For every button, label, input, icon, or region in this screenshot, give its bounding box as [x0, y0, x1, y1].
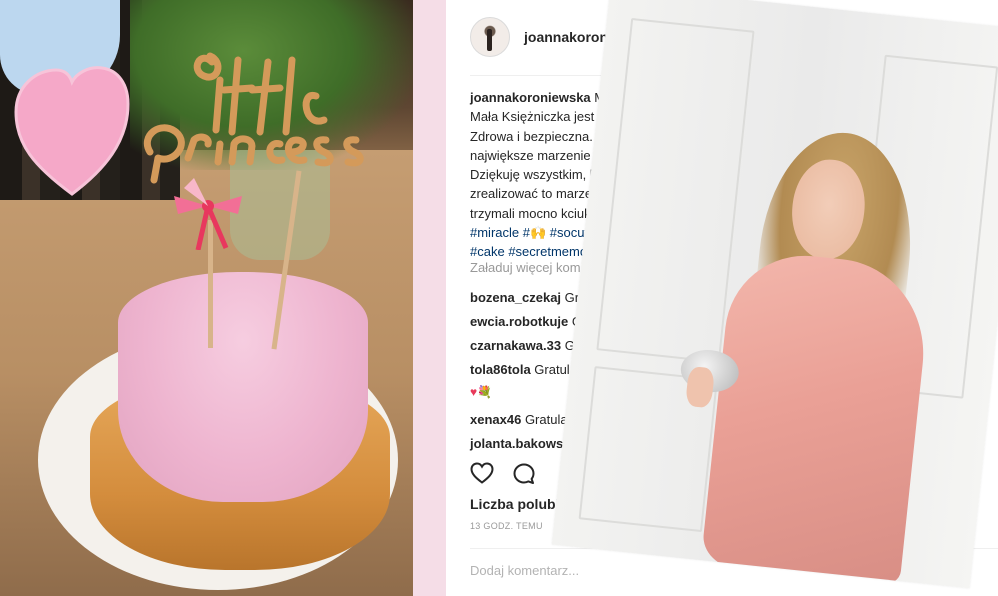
post-timestamp: 13 GODZ. TEMU	[470, 521, 543, 531]
cake-top-tier	[118, 272, 368, 502]
pink-dress	[700, 247, 933, 588]
comment-username[interactable]: xenax46	[470, 412, 521, 427]
woman-photo	[551, 0, 998, 589]
comment-username[interactable]: ewcia.robotkuje	[470, 314, 568, 329]
comment-username[interactable]: tola86tola	[470, 362, 531, 377]
comment-username[interactable]: czarnakawa.33	[470, 338, 561, 353]
pink-heart-sticker	[14, 66, 130, 196]
heart-icon[interactable]	[470, 462, 494, 484]
cake-photo	[0, 0, 413, 596]
caption-username[interactable]: joannakoroniewska	[470, 90, 591, 105]
pink-divider-strip	[413, 0, 446, 596]
hashtag-link[interactable]: #🙌	[523, 225, 546, 240]
bouquet-emoji: 💐	[477, 385, 493, 399]
load-more-comments-link[interactable]: Załaduj więcej komen	[470, 260, 595, 275]
hashtag-link[interactable]: #cake	[470, 244, 505, 259]
comment-username[interactable]: bozena_czekaj	[470, 290, 561, 305]
add-comment-field[interactable]: Dodaj komentarz...	[470, 563, 579, 578]
post-actions	[470, 462, 536, 486]
comment-text: Gratula	[521, 412, 568, 427]
like-count[interactable]: Liczba polubie	[470, 496, 567, 512]
little-princess-topper-logo	[143, 52, 364, 184]
comment-icon[interactable]	[512, 462, 536, 486]
avatar[interactable]	[470, 17, 510, 57]
pink-bow	[174, 178, 242, 250]
comment-username[interactable]: jolanta.bakows!	[470, 436, 568, 451]
hashtag-link[interactable]: #miracle	[470, 225, 519, 240]
